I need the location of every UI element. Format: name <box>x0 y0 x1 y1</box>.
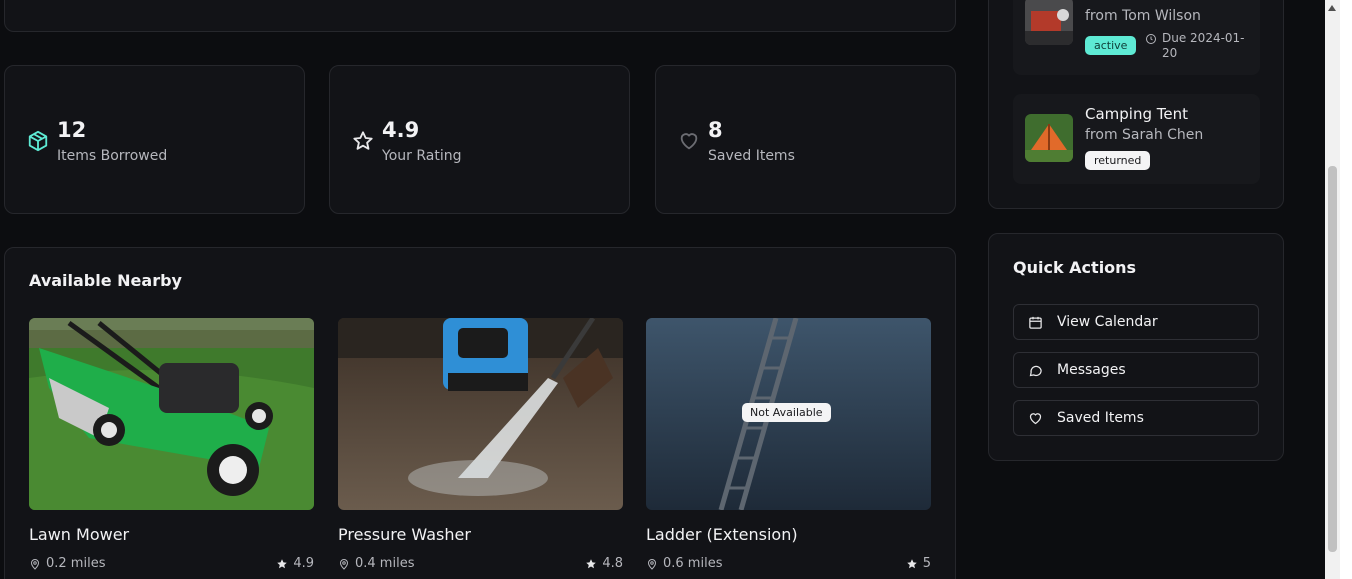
heart-icon <box>1029 412 1042 424</box>
dashboard-page: 12 Items Borrowed 4.9 Your Rating 8 Save… <box>0 0 1325 579</box>
star-icon <box>906 558 917 568</box>
available-nearby-section: Available Nearby Lawn Mower 0.2 miles 4.… <box>4 247 956 579</box>
scrollbar-thumb[interactable] <box>1328 166 1337 552</box>
item-rating: 4.8 <box>585 556 623 571</box>
item-card-pressure-washer[interactable]: Pressure Washer 0.4 miles 4.8 <box>338 318 623 571</box>
star-icon <box>353 131 373 150</box>
package-icon <box>28 130 48 152</box>
stat-label: Items Borrowed <box>57 148 168 164</box>
item-name: Ladder (Extension) <box>646 525 798 544</box>
stat-value: 12 <box>57 118 87 142</box>
button-label: Messages <box>1057 362 1126 378</box>
button-label: View Calendar <box>1057 314 1158 330</box>
rating-text: 4.9 <box>293 556 314 571</box>
status-badge: returned <box>1085 151 1151 170</box>
heart-icon <box>680 133 698 150</box>
item-distance: 0.4 miles <box>338 556 414 571</box>
quick-actions-panel: Quick Actions View Calendar Messages Sav… <box>988 233 1284 461</box>
due-date: Due 2024-01-20 <box>1145 31 1255 61</box>
message-icon <box>1029 365 1042 376</box>
item-name: Pressure Washer <box>338 525 471 544</box>
stat-items-borrowed: 12 Items Borrowed <box>4 65 305 214</box>
status-badge: active <box>1085 36 1137 55</box>
borrowed-item[interactable]: Camping Tent from Sarah Chen returned <box>1013 94 1260 184</box>
item-card-lawn-mower[interactable]: Lawn Mower 0.2 miles 4.9 <box>29 318 314 571</box>
messages-button[interactable]: Messages <box>1013 352 1259 388</box>
rating-text: 5 <box>922 556 931 571</box>
item-image <box>29 318 314 510</box>
stat-label: Your Rating <box>382 148 462 164</box>
distance-text: 0.2 miles <box>46 556 106 571</box>
clock-icon <box>1146 34 1156 44</box>
item-distance: 0.6 miles <box>646 556 722 571</box>
item-image: Not Available <box>646 318 931 510</box>
item-title: Camping Tent <box>1085 105 1188 123</box>
stat-label: Saved Items <box>708 148 795 164</box>
item-name: Lawn Mower <box>29 525 130 544</box>
borrowed-items-panel: from Tom Wilson active Due 2024-01-20 Ca… <box>988 0 1284 209</box>
vertical-scrollbar[interactable] <box>1325 0 1340 579</box>
item-rating: 5 <box>906 556 931 571</box>
item-thumbnail <box>1025 114 1073 162</box>
scroll-up-arrow-icon[interactable] <box>1328 5 1336 11</box>
button-label: Saved Items <box>1057 410 1144 426</box>
distance-text: 0.6 miles <box>663 556 723 571</box>
stat-saved-items: 8 Saved Items <box>655 65 956 214</box>
lender-name: from Tom Wilson <box>1085 8 1201 24</box>
star-icon <box>277 558 288 568</box>
stat-value: 4.9 <box>382 118 420 142</box>
section-title: Available Nearby <box>29 271 182 290</box>
calendar-icon <box>1029 316 1042 329</box>
item-image <box>338 318 623 510</box>
item-distance: 0.2 miles <box>29 556 105 571</box>
borrowed-item[interactable]: from Tom Wilson active Due 2024-01-20 <box>1013 0 1260 75</box>
saved-items-button[interactable]: Saved Items <box>1013 400 1259 436</box>
stat-rating: 4.9 Your Rating <box>329 65 630 214</box>
map-pin-icon <box>647 558 657 570</box>
stat-value: 8 <box>708 118 723 142</box>
lender-name: from Sarah Chen <box>1085 127 1204 143</box>
not-available-badge: Not Available <box>742 403 831 422</box>
star-icon <box>586 558 597 568</box>
window-edge <box>1340 0 1352 579</box>
due-date-text: Due 2024-01-20 <box>1162 31 1245 60</box>
rating-text: 4.8 <box>602 556 623 571</box>
section-title: Quick Actions <box>1013 258 1137 277</box>
map-pin-icon <box>339 558 349 570</box>
item-card-ladder[interactable]: Not Available Ladder (Extension) 0.6 mil… <box>646 318 931 571</box>
distance-text: 0.4 miles <box>355 556 415 571</box>
map-pin-icon <box>30 558 40 570</box>
item-thumbnail <box>1025 0 1073 45</box>
top-card <box>4 0 956 32</box>
item-rating: 4.9 <box>276 556 314 571</box>
view-calendar-button[interactable]: View Calendar <box>1013 304 1259 340</box>
